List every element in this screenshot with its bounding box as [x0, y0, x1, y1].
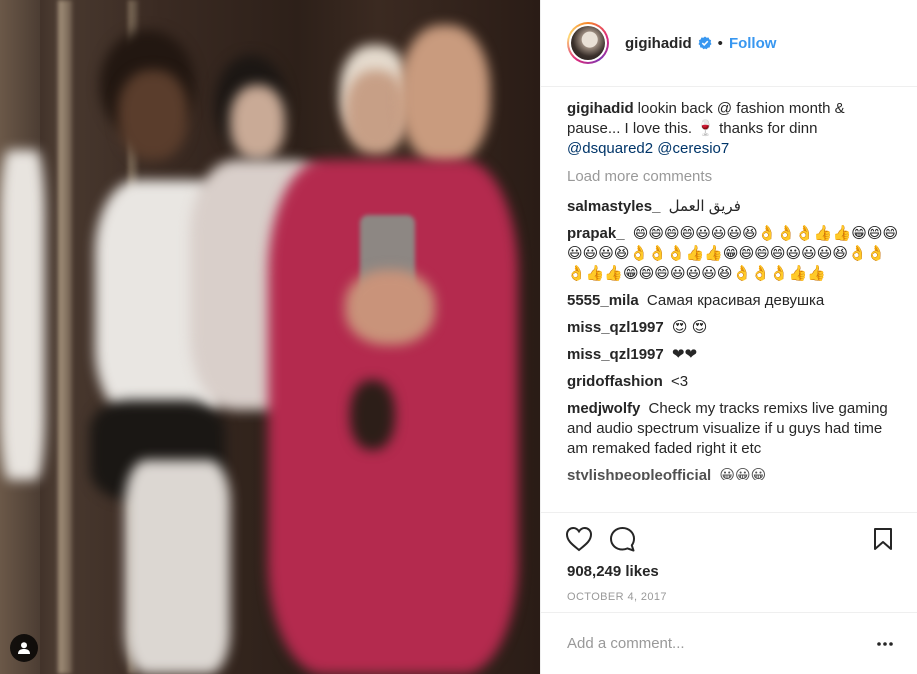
- post-header: gigihadid • Follow: [541, 0, 917, 87]
- comment-username[interactable]: medjwolfy: [567, 400, 640, 417]
- comment-item: gridoffashion <3: [567, 372, 899, 392]
- add-comment-input[interactable]: Add a comment...: [567, 635, 685, 652]
- like-button[interactable]: [565, 526, 593, 552]
- photo-figure: [125, 460, 230, 674]
- comment-bubble-icon: [610, 526, 635, 551]
- likes-count[interactable]: 908,249 likes: [541, 563, 917, 580]
- comment-text: 😀😀😀: [719, 467, 767, 480]
- comment-item: medjwolfy Check my tracks remixs live ga…: [567, 399, 899, 459]
- post-date[interactable]: OCTOBER 4, 2017: [541, 591, 917, 603]
- caption: gigihadid lookin back @ fashion month & p…: [567, 99, 899, 159]
- bookmark-icon: [874, 528, 892, 550]
- comment-button[interactable]: [609, 526, 636, 553]
- comment-username[interactable]: 5555_mila: [567, 292, 639, 309]
- comment-item: prapak_ 😄😄😄😄😃😃😃😆👌👌👌👍👍😁😄😄😃😃😃😆👌👌👌👍👍😁😄😄😄😃😃😃…: [567, 224, 899, 284]
- comment-text: ❤❤: [671, 346, 698, 363]
- more-options-button[interactable]: [877, 641, 893, 646]
- photo-figure: [0, 150, 45, 480]
- instagram-post: gigihadid • Follow gigihadid lookin back …: [0, 0, 917, 674]
- post-photo[interactable]: [0, 0, 540, 674]
- photo-figure: [230, 85, 285, 160]
- user-tag-icon: [18, 642, 30, 654]
- follow-button[interactable]: Follow: [729, 35, 777, 52]
- comment-username[interactable]: miss_qzl1997: [567, 346, 664, 363]
- comment-text: 😍 😍: [671, 319, 708, 336]
- comment-text: <3: [671, 373, 689, 390]
- load-more-comments-button[interactable]: Load more comments: [567, 167, 899, 187]
- verified-badge-icon: [698, 36, 712, 50]
- comment-item: miss_qzl1997 ❤❤: [567, 345, 899, 365]
- add-comment-bar: Add a comment...: [541, 612, 917, 674]
- comment-text: فريق العمل: [668, 198, 741, 215]
- save-button[interactable]: [873, 527, 893, 551]
- avatar[interactable]: [567, 22, 609, 64]
- avatar-image: [571, 26, 605, 60]
- comment-item: 5555_mila Самая красивая девушка: [567, 291, 899, 311]
- user-tag-button[interactable]: [10, 634, 38, 662]
- comment-item: miss_qzl1997 😍 😍: [567, 318, 899, 338]
- header-username[interactable]: gigihadid: [625, 35, 692, 52]
- photo-figure: [400, 25, 490, 165]
- photo-figure: [345, 70, 407, 155]
- photo-figure: [350, 380, 395, 450]
- comment-item: salmastyles_ فريق العمل: [567, 197, 899, 217]
- comment-item: stylishpeopleofficial 😀😀😀: [567, 466, 899, 480]
- comment-username[interactable]: miss_qzl1997: [567, 319, 664, 336]
- comment-text: Самая красивая девушка: [646, 292, 825, 309]
- post-sidebar: gigihadid • Follow gigihadid lookin back …: [540, 0, 917, 674]
- more-dots-icon: [877, 641, 893, 646]
- comment-username[interactable]: stylishpeopleofficial: [567, 467, 711, 480]
- photo-rail: [58, 0, 72, 674]
- post-actions-section: 908,249 likes OCTOBER 4, 2017: [541, 512, 917, 603]
- comments-list: gigihadid lookin back @ fashion month & p…: [567, 99, 899, 519]
- photo-figure: [118, 70, 188, 160]
- comment-username[interactable]: salmastyles_: [567, 198, 660, 215]
- header-separator: •: [717, 34, 723, 52]
- heart-icon: [565, 526, 593, 552]
- comment-username[interactable]: prapak_: [567, 225, 625, 242]
- caption-mentions[interactable]: @dsquared2 @ceresio7: [567, 140, 729, 157]
- avatar-frame: [569, 24, 607, 62]
- action-bar: [541, 513, 917, 565]
- photo-figure: [345, 270, 435, 345]
- comment-username[interactable]: gridoffashion: [567, 373, 663, 390]
- caption-username[interactable]: gigihadid: [567, 100, 634, 117]
